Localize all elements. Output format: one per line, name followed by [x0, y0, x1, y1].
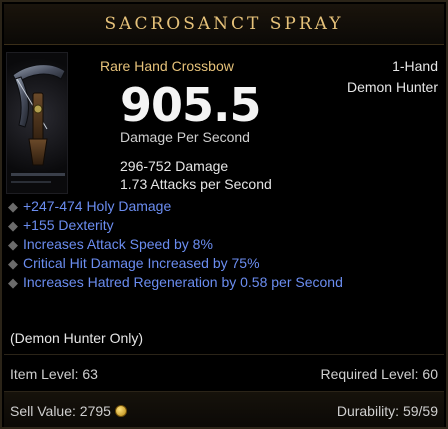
item-image: [6, 52, 68, 194]
item-level: Item Level: 63: [10, 366, 98, 382]
diamond-bullet-icon: ◆: [8, 218, 18, 233]
affix-text: +247-474 Holy Damage: [23, 198, 172, 214]
attacks-per-second: 1.73 Attacks per Second: [120, 176, 272, 192]
affix-item: ◆ +247-474 Holy Damage: [8, 198, 442, 215]
affix-item: ◆ Increases Attack Speed by 8%: [8, 236, 442, 253]
sell-value: Sell Value: 2795: [10, 403, 127, 419]
diamond-bullet-icon: ◆: [8, 256, 18, 271]
handedness: 1-Hand: [392, 58, 438, 74]
required-level: Required Level: 60: [320, 366, 438, 382]
dps-value: 905.5: [120, 78, 262, 132]
diamond-bullet-icon: ◆: [8, 199, 18, 214]
title-bar: Sacrosanct Spray: [4, 4, 444, 45]
divider: [4, 354, 444, 355]
diamond-bullet-icon: ◆: [8, 275, 18, 290]
item-type: Rare Hand Crossbow: [100, 58, 234, 74]
hand-crossbow-icon: [11, 64, 66, 183]
affix-item: ◆ Increases Hatred Regeneration by 0.58 …: [8, 274, 442, 291]
affix-item: ◆ +155 Dexterity: [8, 217, 442, 234]
damage-range: 296-752 Damage: [120, 158, 229, 174]
item-name: Sacrosanct Spray: [104, 14, 344, 34]
affix-text: Critical Hit Damage Increased by 75%: [23, 255, 260, 271]
item-tooltip: Sacrosanct Spray: [0, 0, 448, 429]
dps-label: Damage Per Second: [120, 129, 250, 145]
affix-text: Increases Hatred Regeneration by 0.58 pe…: [23, 274, 343, 290]
affix-text: +155 Dexterity: [23, 217, 114, 233]
diamond-bullet-icon: ◆: [8, 237, 18, 252]
durability: Durability: 59/59: [336, 403, 438, 419]
class-restriction: (Demon Hunter Only): [10, 330, 144, 346]
item-class: Demon Hunter: [346, 79, 438, 95]
sell-value-label: Sell Value: 2795: [10, 403, 111, 419]
footer-bar: Sell Value: 2795 Durability: 59/59: [4, 391, 444, 427]
affix-text: Increases Attack Speed by 8%: [23, 236, 213, 252]
affix-list: ◆ +247-474 Holy Damage ◆ +155 Dexterity …: [8, 198, 442, 293]
gold-coin-icon: [114, 405, 127, 417]
affix-item: ◆ Critical Hit Damage Increased by 75%: [8, 255, 442, 272]
